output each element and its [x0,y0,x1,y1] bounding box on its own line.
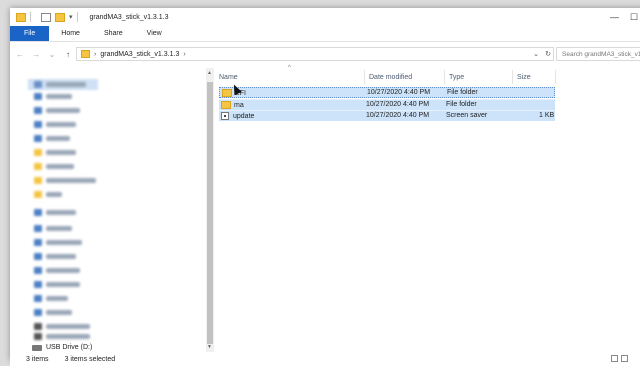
nav-item[interactable] [34,332,90,341]
folder-icon [221,101,231,109]
divider [30,12,31,22]
file-type: File folder [447,89,478,96]
new-folder-icon[interactable] [55,12,65,22]
file-name: update [233,112,255,120]
navigation-pane[interactable]: USB Drive (D:) [10,68,206,352]
folder-icon [16,12,26,22]
usb-drive-icon [32,344,42,351]
scrollbar-thumb[interactable] [207,82,213,344]
window-title: grandMA3_stick_v1.3.1.3 [89,13,169,21]
nav-item[interactable] [34,106,80,115]
file-name: ma [234,101,244,109]
selection-count: 3 items selected [64,355,116,363]
nav-item[interactable] [34,208,76,217]
nav-item[interactable] [34,134,70,143]
maximize-button[interactable]: ☐ [630,12,638,23]
chevron-right-icon[interactable]: › [183,51,185,58]
column-header-type[interactable]: Type [446,70,513,84]
file-type: Screen saver [446,112,488,119]
nav-item[interactable] [34,162,74,171]
tab-share[interactable]: Share [92,26,135,41]
nav-item[interactable] [34,224,72,233]
back-button[interactable]: ← [14,50,26,59]
ribbon-tabs: File Home Share View [10,26,640,42]
table-row[interactable]: ma 10/27/2020 4:40 PM File folder [219,99,555,110]
folder-icon [81,50,90,58]
refresh-icon[interactable]: ↻ [545,50,551,58]
file-name-cell[interactable]: ma [221,101,244,109]
forward-button[interactable]: → [30,50,42,59]
explorer-window: ▾ grandMA3_stick_v1.3.1.3 — ☐ File Home … [10,8,640,366]
breadcrumb[interactable]: grandMA3_stick_v1.3.1.3 [100,51,179,58]
file-type: File folder [446,101,477,108]
navigation-bar: ← → ⌄ ↑ › grandMA3_stick_v1.3.1.3 › ⌄ ↻ … [10,43,640,65]
file-date: 10/27/2020 4:40 PM [366,112,430,119]
view-toggle [608,355,628,362]
sidebar-item-label: USB Drive (D:) [46,344,93,351]
properties-icon[interactable] [41,12,51,22]
nav-item[interactable] [34,266,80,275]
nav-item[interactable] [34,252,76,261]
nav-pane-scrollbar[interactable]: ▲ ▼ [206,68,214,352]
nav-item[interactable] [34,294,68,303]
column-header-name[interactable]: Name ^ [216,65,365,84]
nav-item[interactable] [34,148,76,157]
divider [76,12,78,22]
scroll-down-icon[interactable]: ▼ [207,344,212,350]
tab-file[interactable]: File [10,26,50,41]
column-label: Name [219,73,238,81]
nav-item[interactable] [34,238,82,247]
column-header-size[interactable]: Size [514,70,556,84]
column-header-date[interactable]: Date modified [366,70,445,84]
file-list: Name ^ Date modified Type Size EFI 10/27… [216,65,640,352]
sort-up-icon: ^ [288,65,291,71]
quick-access-dropdown-icon[interactable]: ▾ [69,13,73,21]
chevron-down-icon[interactable]: ⌄ [533,50,539,58]
search-input[interactable]: Search grandMA3_stick_v1.3.1.3 [556,47,640,61]
nav-item[interactable] [34,120,76,129]
recent-locations-button[interactable]: ⌄ [46,50,58,59]
up-button[interactable]: ↑ [62,50,74,59]
title-bar: ▾ grandMA3_stick_v1.3.1.3 — ☐ [10,8,640,26]
file-name-cell[interactable]: update [221,112,254,120]
nav-item[interactable] [34,176,96,185]
screensaver-file-icon [221,112,229,120]
details-view-icon[interactable] [611,355,618,362]
minimize-button[interactable]: — [610,12,619,22]
scroll-up-icon[interactable]: ▲ [207,70,212,76]
large-icons-view-icon[interactable] [621,355,628,362]
table-row[interactable]: EFI 10/27/2020 4:40 PM File folder [219,87,555,98]
nav-item[interactable] [34,190,62,199]
folder-icon [222,89,232,97]
nav-item[interactable] [34,280,80,289]
status-bar: 3 items 3 items selected [10,352,640,366]
nav-item[interactable] [34,92,72,101]
item-count: 3 items [26,355,49,363]
file-date: 10/27/2020 4:40 PM [367,89,431,96]
chevron-right-icon[interactable]: › [94,51,96,58]
file-size: 1 KB [539,112,555,119]
nav-item[interactable] [34,80,86,89]
tab-home[interactable]: Home [49,26,92,41]
nav-item[interactable] [34,322,90,331]
nav-item[interactable] [34,308,72,317]
file-date: 10/27/2020 4:40 PM [366,101,430,108]
sidebar-item-usb-drive[interactable]: USB Drive (D:) [32,344,92,351]
table-row[interactable]: update 10/27/2020 4:40 PM Screen saver 1… [219,110,555,121]
tab-view[interactable]: View [135,26,174,41]
address-bar[interactable]: › grandMA3_stick_v1.3.1.3 › ⌄ ↻ [76,47,554,61]
